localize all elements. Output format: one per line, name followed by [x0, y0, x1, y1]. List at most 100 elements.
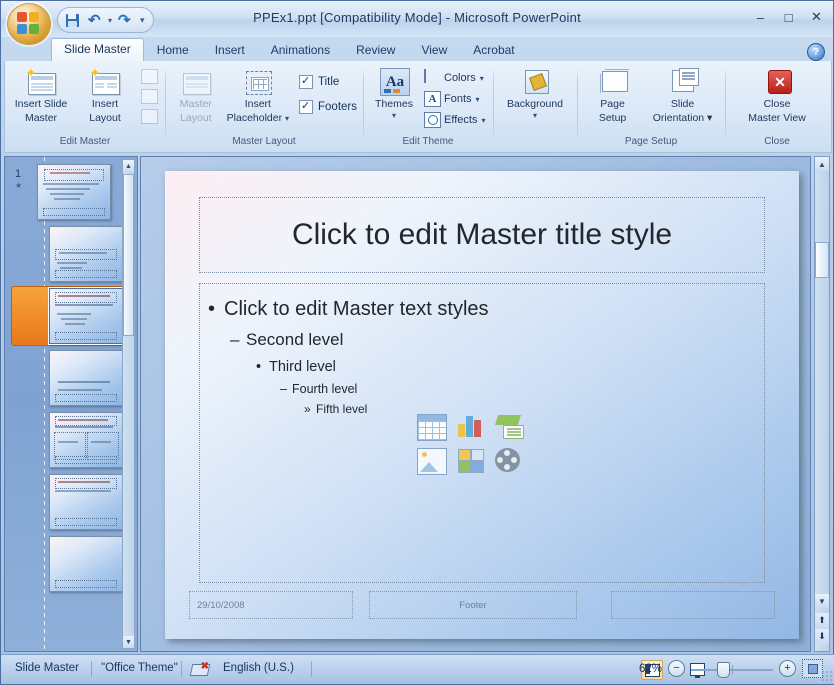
zoom-slider-handle[interactable] [717, 661, 730, 678]
status-language[interactable]: English (U.S.) [223, 662, 294, 674]
ribbon: ✦ Insert Slide Master ✦ Insert Layout Ed… [4, 61, 832, 153]
tab-review[interactable]: Review [343, 40, 408, 61]
thumbnail-1[interactable] [37, 164, 111, 220]
close-master-view-button[interactable]: ✕ Close Master View [730, 65, 824, 126]
insert-picture-icon[interactable] [417, 448, 447, 475]
insert-layout-label-1: Insert [91, 98, 119, 110]
scrollbar-thumb[interactable] [815, 242, 829, 278]
page-setup-icon [597, 67, 629, 97]
thumbnail-scroll-down-button[interactable]: ▼ [123, 636, 134, 648]
thumbnail-7[interactable] [49, 536, 123, 592]
next-slide-button[interactable]: ⬇ [815, 629, 829, 644]
resize-grip-icon[interactable] [821, 670, 833, 682]
themes-button[interactable]: Aa Themes ▾ [367, 65, 421, 122]
preserve-master-button[interactable] [139, 67, 159, 86]
thumbnail-row-7[interactable] [5, 534, 137, 596]
insert-layout-button[interactable]: ✦ Insert Layout [73, 65, 137, 126]
thumbnail-2[interactable] [49, 226, 123, 282]
outline-level-3-text: Third level [269, 359, 336, 375]
slide-canvas[interactable]: Click to edit Master title style • Click… [165, 171, 799, 639]
insert-slide-master-button[interactable]: ✦ Insert Slide Master [9, 65, 73, 126]
status-theme-name[interactable]: "Office Theme" [101, 662, 178, 674]
date-placeholder[interactable]: 29/10/2008 [189, 591, 353, 619]
spell-check-icon[interactable]: ✖ [189, 661, 211, 677]
tab-acrobat[interactable]: Acrobat [460, 40, 527, 61]
thumbnail-pane-scrollbar[interactable]: ▲ ▼ [122, 159, 135, 649]
main-vertical-scrollbar[interactable]: ▲ ▼ ⬆ ⬇ [814, 156, 830, 652]
theme-fonts-button[interactable]: A Fonts ▾ [421, 90, 488, 108]
background-styles-button[interactable]: Background ▾ [498, 65, 572, 122]
fit-slide-to-window-button[interactable] [802, 659, 823, 678]
tab-animations[interactable]: Animations [258, 40, 343, 61]
ribbon-group-edit-theme: Aa Themes ▾ Colors ▾ A Fonts ▾ Effects ▾… [367, 63, 489, 149]
undo-button[interactable]: ↶ [85, 11, 105, 30]
customize-qat-icon[interactable]: ▾ [138, 15, 145, 26]
redo-button[interactable]: ↷ [115, 11, 135, 30]
office-button[interactable] [7, 3, 51, 45]
thumbnail-3[interactable] [49, 288, 123, 344]
scroll-up-button[interactable]: ▲ [815, 157, 829, 171]
outline-level-5: » Fifth level [304, 402, 754, 416]
insert-smartart-icon[interactable] [495, 414, 524, 439]
zoom-level-label[interactable]: 62% [632, 663, 662, 675]
zoom-out-button[interactable]: − [668, 660, 685, 677]
insert-placeholder-button[interactable]: Insert Placeholder ▾ [223, 65, 293, 126]
scroll-down-button[interactable]: ▼ [815, 594, 829, 608]
undo-dropdown-icon[interactable]: ▾ [108, 16, 112, 25]
title-checkbox-box [299, 74, 313, 89]
previous-slide-button[interactable]: ⬆ [815, 613, 829, 628]
thumbnail-row-5[interactable] [5, 410, 137, 472]
theme-effects-button[interactable]: Effects ▾ [421, 111, 488, 129]
insert-layout-icon: ✦ [89, 66, 121, 97]
tab-home[interactable]: Home [144, 40, 202, 61]
close-button[interactable]: ✕ [806, 9, 827, 25]
help-button[interactable]: ? [807, 43, 825, 61]
tab-view[interactable]: View [408, 40, 460, 61]
save-button[interactable] [62, 11, 82, 30]
maximize-button[interactable]: □ [778, 9, 799, 25]
office-logo-icon [17, 12, 41, 36]
theme-fonts-label: Fonts [444, 93, 472, 105]
thumbnail-row-1[interactable]: 1 ★ [5, 162, 137, 224]
slide-orientation-button[interactable]: Slide Orientation ▾ [644, 65, 721, 126]
thumbnail-row-6[interactable] [5, 472, 137, 534]
insert-placeholder-icon [242, 67, 274, 97]
minimize-button[interactable]: – [750, 9, 771, 25]
theme-colors-button[interactable]: Colors ▾ [421, 69, 488, 87]
thumbnail-5[interactable] [49, 412, 123, 468]
title-checkbox[interactable]: Title [297, 73, 359, 91]
zoom-slider[interactable] [691, 661, 773, 678]
master-layout-button[interactable]: Master Layout [169, 65, 223, 126]
themes-caret-icon[interactable]: ▾ [392, 111, 396, 120]
page-setup-button[interactable]: Page Setup [581, 65, 644, 126]
tab-insert[interactable]: Insert [202, 40, 258, 61]
zoom-in-button[interactable]: + [779, 660, 796, 677]
rename-master-button[interactable] [139, 87, 159, 106]
thumbnail-4[interactable] [49, 350, 123, 406]
thumbnail-row-3[interactable] [5, 286, 137, 348]
thumbnail-row-4[interactable] [5, 348, 137, 410]
group-separator-2 [363, 67, 364, 141]
background-caret-icon[interactable]: ▾ [533, 111, 537, 120]
thumbnail-scrollbar-thumb[interactable] [123, 174, 134, 336]
thumbnail-6[interactable] [49, 474, 123, 530]
ribbon-group-background: Background ▾ [497, 63, 573, 149]
footers-checkbox[interactable]: Footers [297, 98, 359, 116]
close-master-view-icon: ✕ [761, 67, 793, 97]
themes-icon: Aa [378, 67, 410, 97]
footer-placeholder[interactable]: Footer [369, 591, 577, 619]
slide-number-1: 1 ★ [15, 168, 23, 190]
insert-chart-icon[interactable] [457, 414, 485, 439]
delete-master-button[interactable] [139, 107, 159, 126]
insert-clip-art-icon[interactable] [457, 448, 485, 473]
thumbnail-row-2[interactable] [5, 224, 137, 286]
slide-thumbnail-pane[interactable]: 1 ★ ▲ ▼ [4, 156, 138, 652]
close-master-view-label-1: Close [763, 98, 791, 110]
title-placeholder[interactable]: Click to edit Master title style [199, 197, 765, 273]
thumbnail-scroll-up-button[interactable]: ▲ [123, 160, 134, 172]
slide-number-placeholder[interactable] [611, 591, 775, 619]
insert-media-clip-icon[interactable] [495, 448, 520, 472]
bullet-level-1-icon: • [208, 298, 216, 320]
tab-slide-master[interactable]: Slide Master [51, 38, 144, 61]
insert-table-icon[interactable] [417, 414, 447, 441]
